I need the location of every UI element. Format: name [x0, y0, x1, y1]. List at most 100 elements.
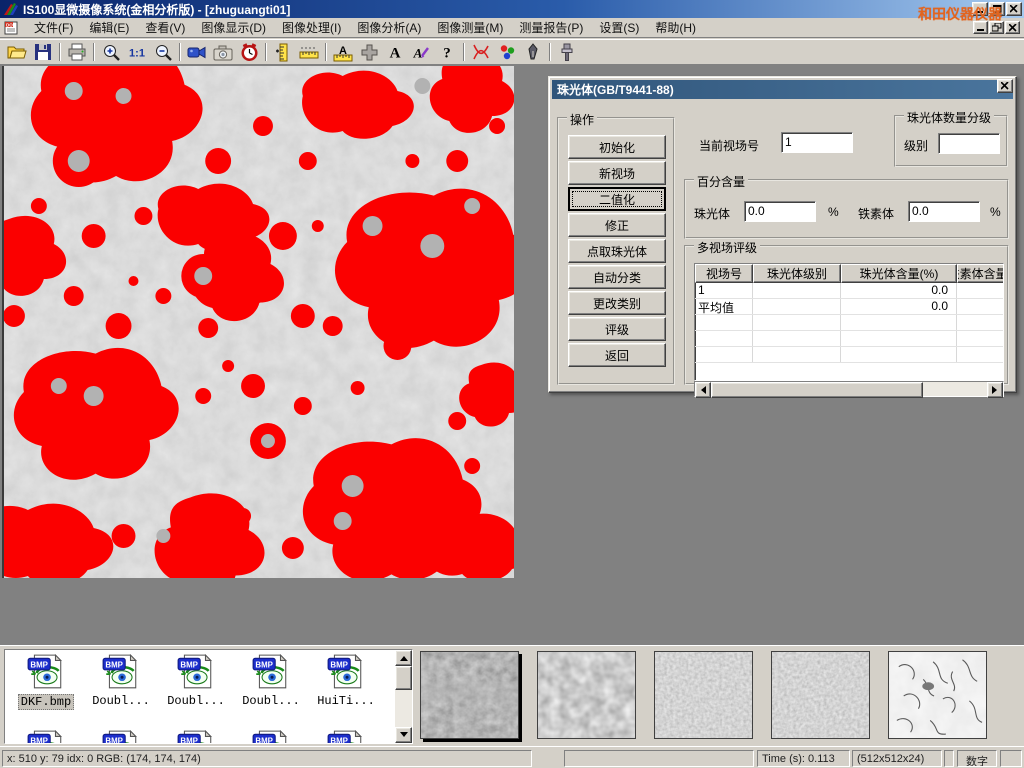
timer-icon [240, 43, 259, 62]
menu-measure-report[interactable]: 测量报告(P) [511, 17, 591, 38]
bottom-panel: BMP DKF.bmp BMP Doubl... BMP Doubl... BM… [0, 645, 1024, 746]
ferrite-percent-input[interactable]: 0.0 [908, 201, 980, 222]
zoom-in-button[interactable] [98, 41, 124, 63]
file-item[interactable]: BMP Doubl... [86, 654, 156, 708]
save-button[interactable] [30, 41, 56, 63]
dialog-title-bar[interactable]: 珠光体(GB/T9441-88) [552, 80, 1013, 99]
cell-level [753, 299, 841, 314]
file-item[interactable]: BMP Doubl... [161, 654, 231, 708]
file-item[interactable]: BMP [86, 730, 156, 744]
ruler-measure-button[interactable] [296, 41, 322, 63]
status-empty-3 [1000, 750, 1022, 767]
close-button[interactable] [1006, 2, 1022, 16]
cell-field: 平均值 [695, 299, 753, 314]
col-pearlite[interactable]: 珠光体含量(%) [841, 264, 957, 283]
operations-group: 操作 初始化 新视场 二值化 修正 点取珠光体 自动分类 更改类别 评级 返回 [557, 117, 675, 385]
table-horizontal-scrollbar[interactable] [694, 381, 1004, 397]
zoom-out-button[interactable] [150, 41, 176, 63]
timer-button[interactable] [236, 41, 262, 63]
file-item[interactable]: BMP DKF.bmp [11, 654, 81, 710]
return-button[interactable]: 返回 [568, 343, 666, 367]
table-row[interactable]: 平均值 0.0 [695, 299, 1003, 315]
scroll-up-button[interactable] [395, 650, 412, 666]
scrollbar-thumb[interactable] [395, 666, 412, 690]
scroll-right-button[interactable] [987, 382, 1003, 398]
grade-level-input[interactable] [938, 133, 1000, 154]
file-item[interactable]: BMP [236, 730, 306, 744]
dialog-close-button[interactable] [997, 79, 1013, 93]
thumbnail-3[interactable] [654, 651, 753, 739]
caliper-icon [274, 43, 292, 62]
zoom-actual-button[interactable]: 1:1 [124, 41, 150, 63]
video-camera-icon [187, 44, 207, 60]
thumbnail-5[interactable] [888, 651, 987, 739]
file-item[interactable]: BMP Doubl... [236, 654, 306, 708]
bmp-file-icon: BMP [176, 654, 216, 690]
flashlight-tool-button[interactable] [554, 41, 580, 63]
pick-pearlite-button[interactable]: 点取珠光体 [568, 239, 666, 263]
video-capture-button[interactable] [184, 41, 210, 63]
thumbnail-1[interactable] [420, 651, 519, 739]
menu-image-processing[interactable]: 图像处理(I) [274, 17, 349, 38]
move-tool-button[interactable] [356, 41, 382, 63]
menu-settings[interactable]: 设置(S) [591, 17, 647, 38]
bmp-file-icon: BMP [326, 654, 366, 690]
grade-button[interactable]: 评级 [568, 317, 666, 341]
file-item[interactable]: BMP [311, 730, 381, 744]
rating-table[interactable]: 视场号 珠光体级别 珠光体含量(%) 铁素体含量(%) 1 0.0 平均值 0.… [694, 263, 1004, 381]
print-button[interactable] [64, 41, 90, 63]
grading-group-label: 珠光体数量分级 [904, 109, 994, 126]
measure-annotate-button[interactable]: A [330, 41, 356, 63]
svg-text:BMP: BMP [255, 737, 273, 744]
menu-edit[interactable]: 编辑(E) [81, 17, 137, 38]
binarize-button[interactable]: 二值化 [568, 187, 666, 211]
scroll-down-button[interactable] [395, 727, 412, 743]
count-points-button[interactable] [494, 41, 520, 63]
init-button[interactable]: 初始化 [568, 135, 666, 159]
file-item[interactable]: BMP [11, 730, 81, 744]
file-item[interactable]: BMP HuiTi... [311, 654, 381, 708]
title-bar: IS100显微摄像系统(金相分析版) - [zhuguangti01] [0, 0, 1024, 18]
thumbnail-2[interactable] [537, 651, 636, 739]
help-button[interactable]: ? [434, 41, 460, 63]
svg-text:BMP: BMP [180, 661, 198, 670]
curve-tool-icon [471, 43, 491, 61]
table-row-empty [695, 315, 1003, 331]
caliper-measure-button[interactable] [270, 41, 296, 63]
svg-text:BMP: BMP [105, 737, 123, 744]
menu-view[interactable]: 查看(V) [137, 17, 193, 38]
text-tool-button[interactable]: A [382, 41, 408, 63]
new-field-button[interactable]: 新视场 [568, 161, 666, 185]
scroll-left-button[interactable] [695, 382, 711, 398]
pearlite-percent-input[interactable]: 0.0 [744, 201, 816, 222]
file-browser[interactable]: BMP DKF.bmp BMP Doubl... BMP Doubl... BM… [4, 649, 413, 744]
annotate-tool-button[interactable]: A [408, 41, 434, 63]
bmp-file-icon: BMP [251, 730, 291, 744]
file-item[interactable]: BMP [161, 730, 231, 744]
menu-image-display[interactable]: 图像显示(D) [193, 17, 274, 38]
svg-text:BMP: BMP [30, 737, 47, 744]
current-field-input[interactable]: 1 [781, 132, 853, 153]
thumbnail-4[interactable] [771, 651, 870, 739]
curve-tool-button[interactable] [468, 41, 494, 63]
col-field[interactable]: 视场号 [695, 264, 753, 283]
open-button[interactable] [4, 41, 30, 63]
mdi-close-button[interactable] [1005, 21, 1020, 34]
table-row[interactable]: 1 0.0 [695, 283, 1003, 299]
camera-capture-button[interactable] [210, 41, 236, 63]
change-class-button[interactable]: 更改类别 [568, 291, 666, 315]
toolbar-separator [549, 43, 551, 61]
auto-classify-button[interactable]: 自动分类 [568, 265, 666, 289]
menu-help[interactable]: 帮助(H) [647, 17, 704, 38]
metallograph-image[interactable] [2, 66, 514, 578]
menu-image-measure[interactable]: 图像测量(M) [429, 17, 511, 38]
menu-image-analysis[interactable]: 图像分析(A) [349, 17, 429, 38]
col-ferrite[interactable]: 铁素体含量(%) [957, 264, 1004, 283]
correct-button[interactable]: 修正 [568, 213, 666, 237]
col-level[interactable]: 珠光体级别 [753, 264, 841, 283]
scrollbar-thumb[interactable] [711, 382, 923, 398]
current-field-label: 当前视场号 [699, 137, 759, 154]
menu-file[interactable]: 文件(F) [26, 17, 81, 38]
pen-tool-button[interactable] [520, 41, 546, 63]
file-list-scrollbar[interactable] [395, 650, 412, 743]
